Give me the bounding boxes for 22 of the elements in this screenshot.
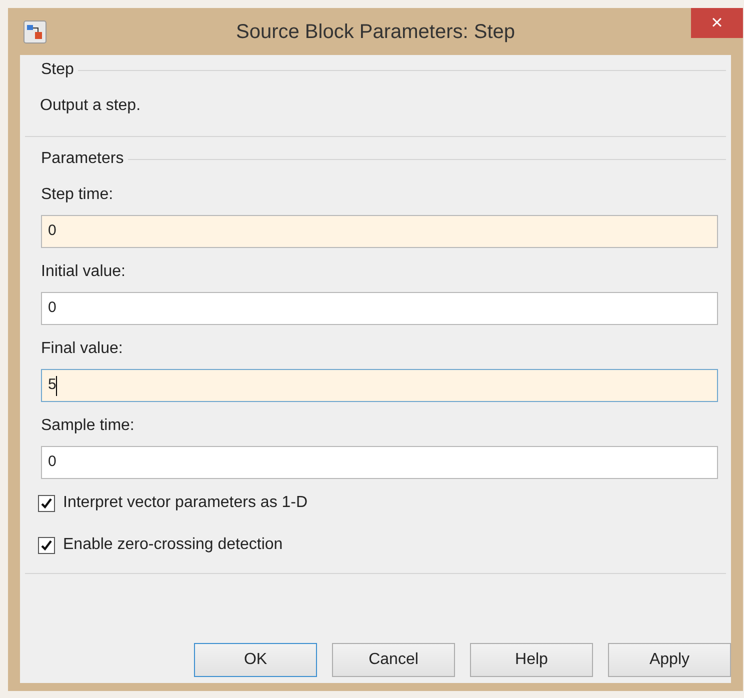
input-field[interactable]: 0 xyxy=(41,215,718,248)
window-title: Source Block Parameters: Step xyxy=(234,20,516,44)
close-button[interactable]: × xyxy=(691,8,743,38)
input-field[interactable]: 5 xyxy=(41,369,718,402)
field-label: Initial value: xyxy=(40,262,126,282)
group-title: Parameters xyxy=(40,149,124,169)
dialog-button[interactable]: OK xyxy=(194,643,317,677)
checkbox[interactable] xyxy=(38,494,55,512)
input-field[interactable]: 0 xyxy=(41,292,718,325)
description-text: Output a step. xyxy=(39,96,142,116)
app-icon xyxy=(23,20,47,44)
checkbox-label: Enable zero-crossing detection xyxy=(63,535,283,555)
dialog-button[interactable]: Help xyxy=(470,643,593,677)
dialog-button[interactable]: Cancel xyxy=(332,643,455,677)
checkbox-label: Interpret vector parameters as 1-D xyxy=(63,493,308,513)
dialog-button[interactable]: Apply xyxy=(608,643,731,677)
field-label: Final value: xyxy=(40,339,124,359)
field-label: Step time: xyxy=(40,185,114,205)
group-title: Step xyxy=(40,60,74,80)
field-label: Sample time: xyxy=(40,416,136,436)
checkbox[interactable] xyxy=(38,536,55,554)
input-field[interactable]: 0 xyxy=(41,446,718,479)
